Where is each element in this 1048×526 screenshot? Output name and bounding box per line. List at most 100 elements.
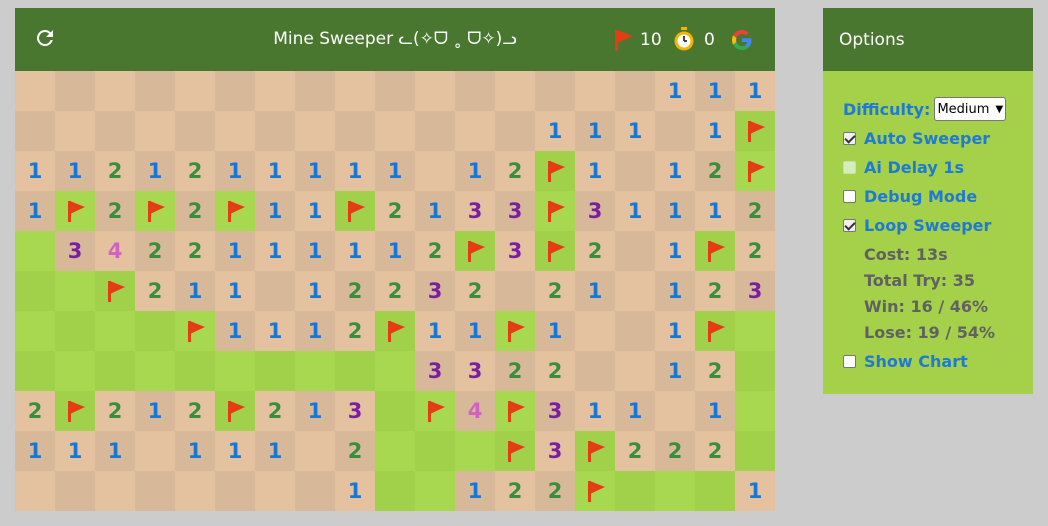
- empty-cell[interactable]: [135, 111, 175, 151]
- number-cell[interactable]: 1: [255, 311, 295, 351]
- number-cell[interactable]: 1: [455, 311, 495, 351]
- empty-cell[interactable]: [215, 471, 255, 511]
- number-cell[interactable]: 1: [335, 471, 375, 511]
- hidden-cell[interactable]: [375, 351, 415, 391]
- flagged-cell[interactable]: [55, 191, 95, 231]
- number-cell[interactable]: 2: [95, 151, 135, 191]
- number-cell[interactable]: 1: [15, 431, 55, 471]
- number-cell[interactable]: 2: [495, 471, 535, 511]
- number-cell[interactable]: 1: [455, 471, 495, 511]
- flagged-cell[interactable]: [495, 391, 535, 431]
- number-cell[interactable]: 1: [175, 271, 215, 311]
- hidden-cell[interactable]: [615, 471, 655, 511]
- empty-cell[interactable]: [135, 71, 175, 111]
- empty-cell[interactable]: [655, 111, 695, 151]
- flagged-cell[interactable]: [415, 391, 455, 431]
- number-cell[interactable]: 2: [95, 391, 135, 431]
- number-cell[interactable]: 1: [55, 431, 95, 471]
- number-cell[interactable]: 2: [255, 391, 295, 431]
- empty-cell[interactable]: [415, 151, 455, 191]
- empty-cell[interactable]: [215, 111, 255, 151]
- flagged-cell[interactable]: [735, 111, 775, 151]
- number-cell[interactable]: 2: [695, 431, 735, 471]
- auto-sweeper-checkbox[interactable]: [843, 132, 856, 145]
- number-cell[interactable]: 2: [375, 271, 415, 311]
- flagged-cell[interactable]: [95, 271, 135, 311]
- number-cell[interactable]: 2: [415, 231, 455, 271]
- number-cell[interactable]: 1: [695, 71, 735, 111]
- number-cell[interactable]: 1: [295, 191, 335, 231]
- flagged-cell[interactable]: [335, 191, 375, 231]
- number-cell[interactable]: 1: [655, 71, 695, 111]
- number-cell[interactable]: 2: [495, 351, 535, 391]
- show-chart-checkbox[interactable]: [843, 355, 856, 368]
- loop-sweeper-label[interactable]: Loop Sweeper: [864, 216, 991, 235]
- ai-delay-label[interactable]: Ai Delay 1s: [864, 158, 964, 177]
- flagged-cell[interactable]: [575, 431, 615, 471]
- debug-mode-label[interactable]: Debug Mode: [864, 187, 977, 206]
- number-cell[interactable]: 3: [575, 191, 615, 231]
- number-cell[interactable]: 1: [575, 111, 615, 151]
- number-cell[interactable]: 2: [655, 431, 695, 471]
- number-cell[interactable]: 3: [415, 351, 455, 391]
- number-cell[interactable]: 2: [175, 151, 215, 191]
- number-cell[interactable]: 3: [535, 431, 575, 471]
- number-cell[interactable]: 1: [655, 231, 695, 271]
- empty-cell[interactable]: [55, 111, 95, 151]
- debug-mode-checkbox[interactable]: [843, 190, 856, 203]
- hidden-cell[interactable]: [735, 351, 775, 391]
- empty-cell[interactable]: [15, 111, 55, 151]
- empty-cell[interactable]: [255, 471, 295, 511]
- hidden-cell[interactable]: [695, 471, 735, 511]
- flagged-cell[interactable]: [55, 391, 95, 431]
- number-cell[interactable]: 2: [615, 431, 655, 471]
- number-cell[interactable]: 2: [735, 191, 775, 231]
- empty-cell[interactable]: [615, 271, 655, 311]
- number-cell[interactable]: 1: [735, 471, 775, 511]
- empty-cell[interactable]: [575, 351, 615, 391]
- empty-cell[interactable]: [15, 471, 55, 511]
- empty-cell[interactable]: [615, 351, 655, 391]
- empty-cell[interactable]: [335, 111, 375, 151]
- number-cell[interactable]: 1: [175, 431, 215, 471]
- hidden-cell[interactable]: [415, 431, 455, 471]
- number-cell[interactable]: 1: [735, 71, 775, 111]
- hidden-cell[interactable]: [735, 311, 775, 351]
- number-cell[interactable]: 1: [655, 271, 695, 311]
- number-cell[interactable]: 2: [695, 351, 735, 391]
- hidden-cell[interactable]: [95, 351, 135, 391]
- hidden-cell[interactable]: [455, 431, 495, 471]
- hidden-cell[interactable]: [55, 351, 95, 391]
- number-cell[interactable]: 1: [255, 431, 295, 471]
- number-cell[interactable]: 1: [215, 271, 255, 311]
- number-cell[interactable]: 2: [335, 271, 375, 311]
- empty-cell[interactable]: [95, 111, 135, 151]
- empty-cell[interactable]: [55, 71, 95, 111]
- empty-cell[interactable]: [175, 71, 215, 111]
- empty-cell[interactable]: [175, 471, 215, 511]
- number-cell[interactable]: 2: [495, 151, 535, 191]
- empty-cell[interactable]: [415, 111, 455, 151]
- number-cell[interactable]: 1: [55, 151, 95, 191]
- empty-cell[interactable]: [95, 71, 135, 111]
- number-cell[interactable]: 1: [335, 151, 375, 191]
- empty-cell[interactable]: [455, 111, 495, 151]
- number-cell[interactable]: 2: [535, 471, 575, 511]
- empty-cell[interactable]: [295, 471, 335, 511]
- hidden-cell[interactable]: [375, 391, 415, 431]
- number-cell[interactable]: 1: [655, 191, 695, 231]
- empty-cell[interactable]: [215, 71, 255, 111]
- number-cell[interactable]: 1: [615, 191, 655, 231]
- flagged-cell[interactable]: [175, 311, 215, 351]
- empty-cell[interactable]: [375, 111, 415, 151]
- empty-cell[interactable]: [615, 311, 655, 351]
- hidden-cell[interactable]: [335, 351, 375, 391]
- empty-cell[interactable]: [255, 71, 295, 111]
- flagged-cell[interactable]: [455, 231, 495, 271]
- hidden-cell[interactable]: [15, 351, 55, 391]
- flagged-cell[interactable]: [495, 431, 535, 471]
- difficulty-select[interactable]: Medium ▼: [934, 97, 1007, 121]
- empty-cell[interactable]: [95, 471, 135, 511]
- empty-cell[interactable]: [375, 71, 415, 111]
- hidden-cell[interactable]: [735, 431, 775, 471]
